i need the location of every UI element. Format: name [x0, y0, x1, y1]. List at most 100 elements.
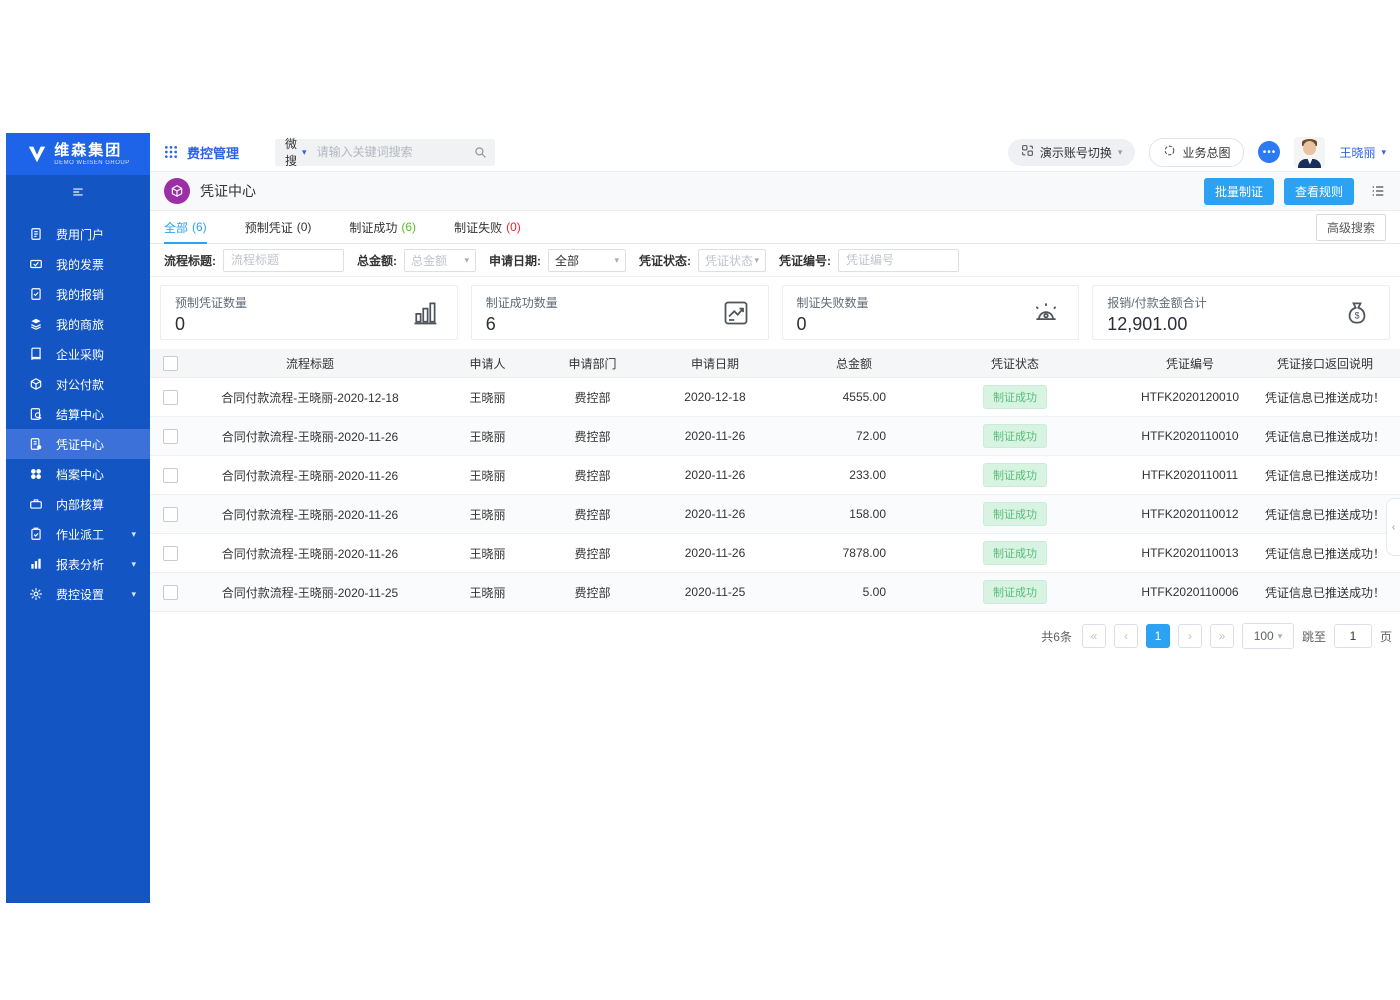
jump-page-input[interactable]: [1333, 624, 1372, 648]
sidebar-item-settlement-center[interactable]: 结算中心: [6, 399, 150, 429]
sidebar-item-internal-accounting[interactable]: 内部核算: [6, 489, 150, 519]
sidebar-item-expense-portal[interactable]: 费用门户: [6, 219, 150, 249]
table-row[interactable]: 合同付款流程-王晓丽-2020-12-18 王晓丽 费控部 2020-12-18…: [150, 378, 1400, 417]
cell-voucher-no: HTFK2020120010: [1140, 390, 1240, 404]
line-chart-icon: [722, 299, 750, 327]
sidebar-item-report-analysis[interactable]: 报表分析 ▾: [6, 549, 150, 579]
sidebar-item-my-invoice[interactable]: 我的发票: [6, 249, 150, 279]
sidebar-item-my-travel[interactable]: 我的商旅: [6, 309, 150, 339]
cell-applicant: 王晓丽: [469, 585, 506, 600]
business-map-icon: [1163, 144, 1176, 160]
filter-label: 申请日期:: [489, 253, 541, 268]
chevron-down-icon: ▾: [464, 254, 469, 265]
search-scope-select[interactable]: 微搜: [285, 135, 297, 169]
chevron-down-icon: ▾: [1277, 630, 1283, 641]
cell-voucher-no: HTFK2020110013: [1141, 546, 1239, 560]
cell-apply-date: 2020-11-26: [684, 429, 746, 443]
table-row[interactable]: 合同付款流程-王晓丽-2020-11-26 王晓丽 费控部 2020-11-26…: [150, 495, 1400, 534]
filter-total-amount-select[interactable]: 总金额 ▾: [404, 248, 476, 272]
cell-applicant: 王晓丽: [469, 390, 506, 405]
tab-all[interactable]: 全部 (6): [164, 211, 207, 244]
user-avatar[interactable]: [1294, 136, 1326, 168]
more-button[interactable]: •••: [1258, 141, 1281, 163]
column-header: 凭证状态: [990, 356, 1039, 371]
dispatch-icon: [28, 527, 43, 542]
page-header: 凭证中心 批量制证 查看规则: [150, 172, 1400, 211]
sidebar-item-my-reimburse[interactable]: 我的报销: [6, 279, 150, 309]
stat-card-label: 制证失败数量: [796, 296, 869, 310]
row-checkbox[interactable]: [162, 584, 178, 600]
purchase-icon: [28, 347, 43, 362]
filter-voucher-no-input[interactable]: [838, 248, 959, 272]
filter-voucher-status-select[interactable]: 凭证状态 ▾: [698, 248, 766, 272]
cell-department: 费控部: [574, 585, 611, 600]
sidebar-menu: 费用门户 我的发票 我的报销 我的商旅 企业采购 对公付款 结算中心 凭证中心: [6, 219, 150, 609]
chevron-down-icon: ▾: [614, 254, 619, 265]
status-badge: 制证成功: [983, 502, 1047, 526]
page-size-select[interactable]: 100 ▾: [1241, 623, 1294, 649]
next-page-button[interactable]: ›: [1177, 624, 1202, 648]
cell-applicant: 王晓丽: [469, 507, 506, 522]
cell-department: 费控部: [574, 507, 611, 522]
cell-department: 费控部: [574, 390, 611, 405]
sidebar-collapse-button[interactable]: [6, 175, 150, 211]
search-icon[interactable]: [474, 146, 487, 159]
row-checkbox[interactable]: [162, 545, 178, 561]
view-rules-button[interactable]: 查看规则: [1283, 177, 1354, 205]
select-all-checkbox[interactable]: [162, 355, 178, 371]
filter-voucher-status: 凭证状态: 凭证状态 ▾: [639, 248, 766, 272]
row-checkbox[interactable]: [162, 389, 178, 405]
sidebar-item-archive-center[interactable]: 档案中心: [6, 459, 150, 489]
tab-bar: 全部 (6) 预制凭证 (0) 制证成功 (6) 制证失败 (0) 高级搜索: [150, 211, 1400, 244]
brand-v-icon: [28, 146, 46, 163]
cell-applicant: 王晓丽: [469, 429, 506, 444]
business-map-button[interactable]: 业务总图: [1149, 137, 1245, 167]
column-header: 申请人: [469, 356, 506, 371]
tab-preset[interactable]: 预制凭证 (0): [245, 211, 312, 243]
table-row[interactable]: 合同付款流程-王晓丽-2020-11-26 王晓丽 费控部 2020-11-26…: [150, 456, 1400, 495]
sidebar-item-label: 作业派工: [56, 527, 105, 542]
list-view-icon[interactable]: [1370, 183, 1386, 199]
row-checkbox[interactable]: [162, 428, 178, 444]
sidebar-item-expense-settings[interactable]: 费控设置 ▾: [6, 579, 150, 609]
last-page-button[interactable]: »: [1209, 624, 1234, 648]
app-window: 维森集团 DEMO WEISEN GROUP 费用门户 我的发票 我的报销 我的…: [0, 133, 1400, 905]
sidebar-item-enterprise-purchase[interactable]: 企业采购: [6, 339, 150, 369]
tab-success[interactable]: 制证成功 (6): [349, 211, 416, 243]
prev-page-button[interactable]: ‹: [1113, 624, 1138, 648]
filter-apply-date-select[interactable]: 全部 ▾: [548, 248, 626, 272]
sidebar-item-label: 对公付款: [56, 377, 105, 392]
row-checkbox[interactable]: [162, 506, 178, 522]
first-page-button[interactable]: «: [1081, 624, 1106, 648]
cell-interface-message: 凭证信息已推送成功！: [1264, 585, 1385, 600]
sidebar-item-job-dispatch[interactable]: 作业派工 ▾: [6, 519, 150, 549]
advanced-search-button[interactable]: 高级搜索: [1315, 213, 1386, 241]
table-row[interactable]: 合同付款流程-王晓丽-2020-11-26 王晓丽 费控部 2020-11-26…: [150, 534, 1400, 573]
table-row[interactable]: 合同付款流程-王晓丽-2020-11-26 王晓丽 费控部 2020-11-26…: [150, 417, 1400, 456]
row-checkbox[interactable]: [162, 467, 178, 483]
chevron-down-icon[interactable]: ▾: [1381, 147, 1386, 158]
search-input[interactable]: [314, 144, 474, 160]
svg-text:$: $: [1355, 310, 1360, 320]
cell-voucher-no: HTFK2020110010: [1141, 429, 1239, 443]
tab-failed[interactable]: 制证失败 (0): [454, 211, 521, 243]
portal-icon: [28, 227, 43, 242]
side-drawer-toggle[interactable]: ‹: [1386, 498, 1400, 556]
table-header-row: 流程标题 申请人 申请部门 申请日期 总金额 凭证状态 凭证编号 凭证接口返回说明: [150, 349, 1400, 378]
sidebar-item-corporate-payment[interactable]: 对公付款: [6, 369, 150, 399]
cell-voucher-no: HTFK2020110006: [1141, 585, 1239, 599]
table-row[interactable]: 合同付款流程-王晓丽-2020-11-25 王晓丽 费控部 2020-11-25…: [150, 573, 1400, 612]
demo-account-switch-button[interactable]: 演示账号切换 ▾: [1007, 138, 1136, 166]
current-page-button[interactable]: 1: [1145, 624, 1170, 648]
brand-logo: 维森集团 DEMO WEISEN GROUP: [6, 133, 150, 175]
sidebar-item-label: 凭证中心: [56, 437, 105, 452]
app-grid-icon[interactable]: [164, 145, 178, 159]
column-header: 申请日期: [690, 356, 739, 371]
cell-voucher-no: HTFK2020110012: [1141, 507, 1239, 521]
filter-flow-title-input[interactable]: [223, 248, 344, 272]
user-name[interactable]: 王晓丽: [1339, 144, 1375, 161]
sidebar-item-label: 我的发票: [56, 257, 105, 272]
sidebar-item-voucher-center[interactable]: 凭证中心: [6, 429, 150, 459]
main-area: 费控管理 微搜 ▾ 演示账号切换 ▾ 业务总图 ••• 王晓丽: [150, 133, 1400, 649]
batch-voucher-button[interactable]: 批量制证: [1203, 177, 1274, 205]
